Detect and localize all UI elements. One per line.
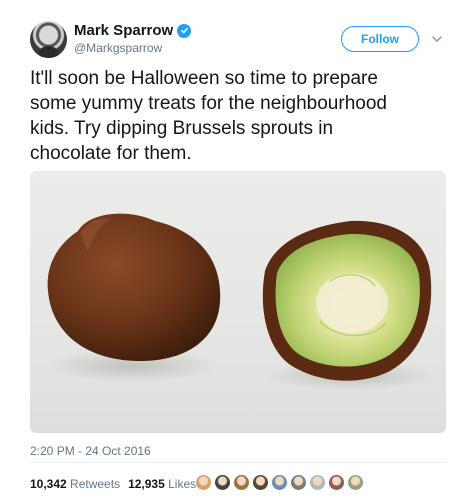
- likes-label: Likes: [168, 477, 197, 491]
- author-display-name[interactable]: Mark Sparrow: [74, 22, 173, 39]
- retweets-label: Retweets: [70, 477, 121, 491]
- follow-button[interactable]: Follow: [341, 26, 419, 52]
- retweets-stat[interactable]: 10,342 Retweets: [30, 477, 120, 491]
- author-handle[interactable]: @Markgsparrow: [74, 41, 162, 55]
- chevron-down-icon[interactable]: [431, 33, 443, 45]
- tweet-text-line: chocolate for them.: [30, 143, 192, 164]
- likes-count: 12,935: [128, 477, 165, 491]
- tweet-text-line: It'll soon be Halloween so time to prepa…: [30, 68, 378, 89]
- photo-illustration: [47, 213, 435, 390]
- tweet-text-line: some yummy treats for the neighbourhood: [30, 93, 387, 114]
- liker-avatar[interactable]: [309, 474, 326, 491]
- verified-badge-icon: [177, 23, 192, 38]
- author-name-row[interactable]: Mark Sparrow: [74, 22, 192, 39]
- likers-avatars: [195, 474, 364, 491]
- divider: [30, 462, 446, 463]
- liker-avatar[interactable]: [290, 474, 307, 491]
- liker-avatar[interactable]: [271, 474, 288, 491]
- retweets-count: 10,342: [30, 477, 67, 491]
- tweet-card: Mark Sparrow @Markgsparrow Follow It'll …: [0, 0, 474, 498]
- tweet-text: It'll soon be Halloween so time to prepa…: [30, 66, 450, 166]
- tweet-timestamp[interactable]: 2:20 PM - 24 Oct 2016: [30, 444, 151, 458]
- tweet-stats: 10,342 Retweets 12,935 Likes: [30, 477, 196, 491]
- liker-avatar[interactable]: [347, 474, 364, 491]
- liker-avatar[interactable]: [214, 474, 231, 491]
- author-avatar[interactable]: [30, 21, 67, 58]
- liker-avatar[interactable]: [252, 474, 269, 491]
- likes-stat[interactable]: 12,935 Likes: [128, 477, 196, 491]
- tweet-text-line: kids. Try dipping Brussels sprouts in: [30, 118, 334, 139]
- liker-avatar[interactable]: [233, 474, 250, 491]
- whole-chocolate-sprout: [47, 213, 221, 361]
- liker-avatar[interactable]: [195, 474, 212, 491]
- liker-avatar[interactable]: [328, 474, 345, 491]
- tweet-photo[interactable]: [30, 171, 446, 433]
